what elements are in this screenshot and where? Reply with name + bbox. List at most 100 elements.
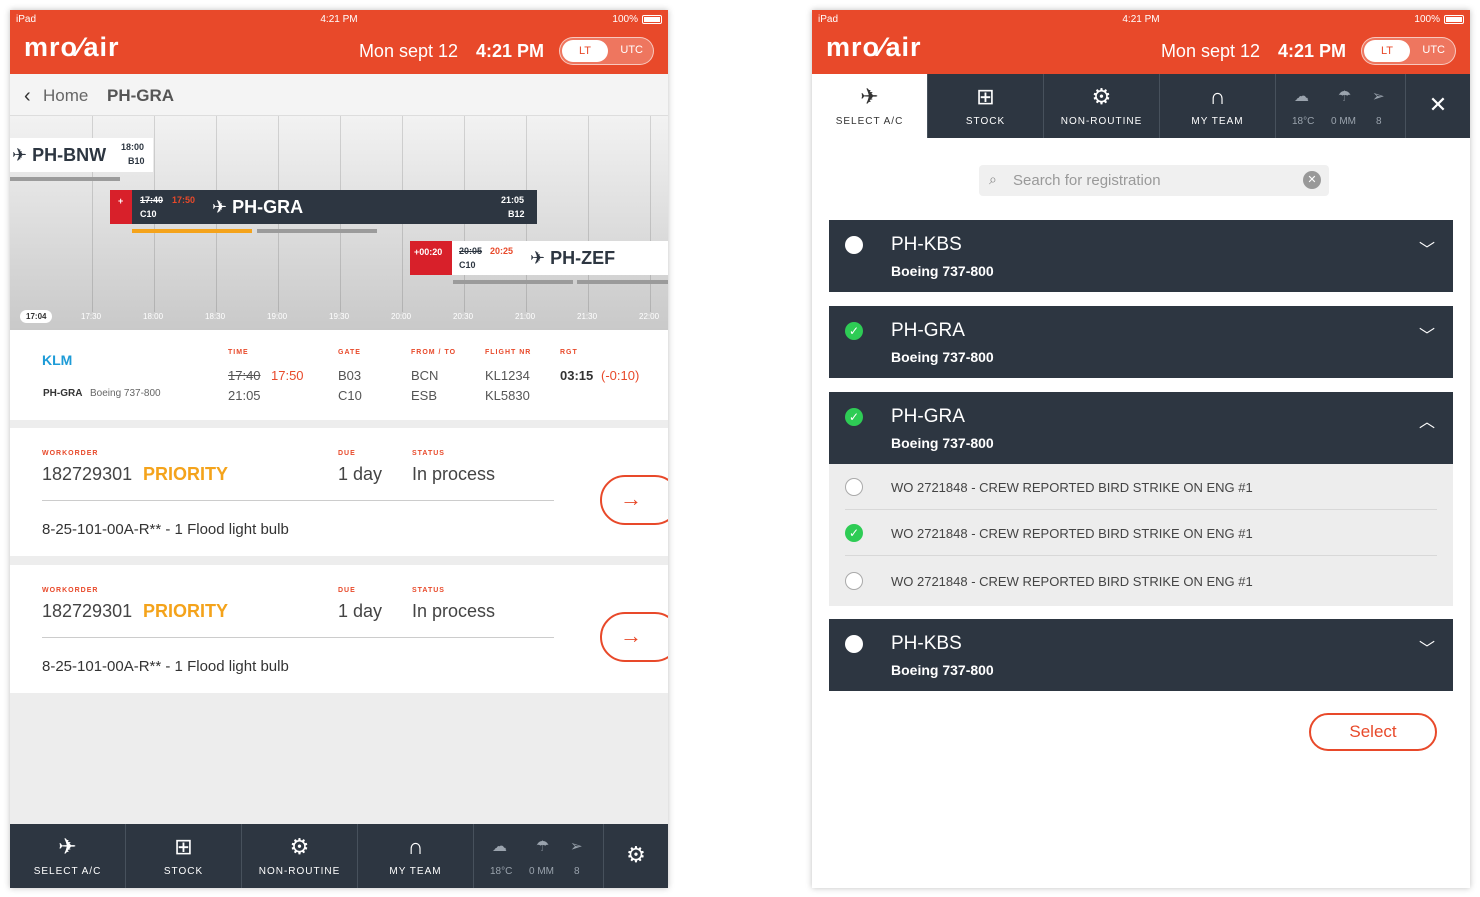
time-zone-toggle[interactable]: LT UTC bbox=[1361, 37, 1456, 65]
chevron-left-icon[interactable]: ‹ bbox=[24, 85, 31, 108]
toggle-utc[interactable]: UTC bbox=[1422, 44, 1445, 56]
sub-item[interactable]: ✓ WO 2721848 - CREW REPORTED BIRD STRIKE… bbox=[829, 510, 1453, 556]
time-dep: 21:05 bbox=[228, 388, 261, 403]
nav-my-team[interactable]: ∩ MY TEAM bbox=[1160, 74, 1276, 138]
workorder-card[interactable]: WORKORDER 182729301 PRIORITY DUE 1 day S… bbox=[10, 428, 668, 556]
aircraft-type: Boeing 737-800 bbox=[891, 263, 994, 279]
wo-due: 1 day bbox=[338, 464, 383, 484]
chevron-up-icon[interactable]: ︿ bbox=[1419, 408, 1435, 432]
nav-select-ac[interactable]: ✈ SELECT A/C bbox=[812, 74, 928, 138]
time-zone-toggle[interactable]: LT UTC bbox=[559, 37, 654, 65]
aircraft-card-ph-kbs[interactable]: PH-KBS Boeing 737-800 ﹀ bbox=[829, 220, 1453, 292]
plane-icon: ✈ bbox=[58, 834, 77, 859]
due-label: DUE bbox=[338, 450, 356, 457]
gear-icon: ⚙ bbox=[626, 842, 646, 867]
top-nav: ✈ SELECT A/C ⊞ STOCK ⚙ NON-ROUTINE ∩ MY … bbox=[812, 74, 1470, 138]
nav-label: MY TEAM bbox=[389, 866, 442, 877]
flight-nr-in: KL1234 bbox=[485, 368, 530, 383]
flight-dep: 21:05 bbox=[501, 195, 525, 205]
wo-status: In process bbox=[412, 464, 496, 484]
status-time: 4:21 PM bbox=[320, 14, 358, 25]
check-icon[interactable]: ✓ bbox=[845, 408, 863, 426]
aircraft-reg: PH-GRA bbox=[891, 320, 965, 341]
stock-icon: ⊞ bbox=[174, 834, 193, 859]
chevron-down-icon[interactable]: ﹀ bbox=[1419, 322, 1435, 346]
radio-unchecked[interactable] bbox=[845, 635, 863, 653]
chevron-down-icon[interactable]: ﹀ bbox=[1419, 635, 1435, 659]
nav-stock[interactable]: ⊞ STOCK bbox=[928, 74, 1044, 138]
battery-icon bbox=[642, 15, 662, 24]
time-actual: 17:50 bbox=[271, 368, 304, 383]
search-icon: ⌕ bbox=[989, 171, 997, 187]
select-button[interactable]: Select bbox=[1309, 713, 1437, 751]
wo-number: 182729301 bbox=[42, 601, 133, 621]
toggle-utc[interactable]: UTC bbox=[620, 44, 643, 56]
workorder-sublist: WO 2721848 - CREW REPORTED BIRD STRIKE O… bbox=[829, 464, 1453, 606]
delay-badge: +00:20 bbox=[414, 247, 443, 257]
aircraft-card-ph-kbs[interactable]: PH-KBS Boeing 737-800 ﹀ bbox=[829, 619, 1453, 691]
tick-label: 18:00 bbox=[143, 312, 164, 321]
header-time: 4:21 PM bbox=[475, 41, 544, 61]
arrow-right-icon[interactable]: → bbox=[600, 475, 668, 525]
wo-label: WORKORDER bbox=[42, 587, 99, 594]
wo-desc: 8-25-101-00A-R** - 1 Flood light bulb bbox=[42, 658, 289, 675]
weather-wind: 8 bbox=[574, 866, 580, 877]
status-battery: 100% bbox=[612, 14, 662, 25]
chevron-down-icon[interactable]: ﹀ bbox=[1419, 236, 1435, 260]
check-icon[interactable]: ✓ bbox=[845, 524, 863, 542]
headset-icon: ∩ bbox=[407, 834, 424, 859]
wo-priority: PRIORITY bbox=[143, 464, 229, 484]
toggle-lt[interactable]: LT bbox=[562, 40, 608, 62]
radio-unchecked[interactable] bbox=[845, 478, 863, 496]
flight-gate-out: B12 bbox=[508, 209, 525, 219]
search-placeholder: Search for registration bbox=[1013, 172, 1161, 189]
arrow-right-icon[interactable]: → bbox=[600, 612, 668, 662]
search-input[interactable]: ⌕ Search for registration ✕ bbox=[979, 165, 1329, 196]
clear-icon[interactable]: ✕ bbox=[1303, 171, 1321, 189]
nav-nonroutine[interactable]: ⚙ NON-ROUTINE bbox=[242, 824, 358, 888]
tick-label: 19:00 bbox=[267, 312, 288, 321]
settings-button[interactable]: ⚙ bbox=[604, 824, 668, 888]
nav-my-team[interactable]: ∩ MY TEAM bbox=[358, 824, 474, 888]
nav-nonroutine[interactable]: ⚙ NON-ROUTINE bbox=[1044, 74, 1160, 138]
aircraft-type: Boeing 737-800 bbox=[891, 662, 994, 678]
flight-gate: B10 bbox=[128, 156, 145, 166]
radio-unchecked[interactable] bbox=[845, 572, 863, 590]
nav-label: NON-ROUTINE bbox=[1060, 116, 1143, 127]
wo-desc: 8-25-101-00A-R** - 1 Flood light bulb bbox=[42, 521, 289, 538]
flight-block-ph-zef[interactable]: +00:20 20:05 20:25 C10 ✈ PH-ZEF bbox=[410, 241, 668, 275]
toggle-lt[interactable]: LT bbox=[1364, 40, 1410, 62]
aircraft-card-ph-gra[interactable]: ✓ PH-GRA Boeing 737-800 ﹀ bbox=[829, 306, 1453, 378]
flight-block-ph-gra[interactable]: + 17:40 17:50 C10 ✈ PH-GRA 21:05 B12 bbox=[110, 190, 537, 224]
flight-reg-text: PH-ZEF bbox=[550, 248, 616, 268]
info-reg: PH-GRA bbox=[43, 388, 83, 399]
workorder-card[interactable]: WORKORDER 182729301 PRIORITY DUE 1 day S… bbox=[10, 565, 668, 693]
gear-plus-icon: ⚙ bbox=[289, 834, 310, 859]
nav-stock[interactable]: ⊞ STOCK bbox=[126, 824, 242, 888]
check-icon[interactable]: ✓ bbox=[845, 322, 863, 340]
flight-gate-in: C10 bbox=[140, 209, 157, 219]
radio-unchecked[interactable] bbox=[845, 236, 863, 254]
sub-item-text: WO 2721848 - CREW REPORTED BIRD STRIKE O… bbox=[891, 574, 1253, 589]
delay-badge: + bbox=[118, 196, 124, 206]
flight-reg: ✈ PH-BNW bbox=[12, 145, 107, 165]
storm-icon: ☁ bbox=[1294, 88, 1309, 105]
weather-panel: ☁ 18°C ☂ 0 MM ➢ 8 bbox=[474, 824, 604, 888]
flight-timeline[interactable]: 17:04 17:30 18:00 18:30 19:00 19:30 20:0… bbox=[10, 116, 668, 330]
label-gate: GATE bbox=[338, 349, 361, 356]
flight-actual: 17:50 bbox=[172, 195, 196, 205]
sub-item[interactable]: WO 2721848 - CREW REPORTED BIRD STRIKE O… bbox=[829, 464, 1453, 510]
breadcrumb-home[interactable]: Home bbox=[43, 86, 88, 106]
nav-label: NON-ROUTINE bbox=[258, 866, 341, 877]
tick-label: 19:30 bbox=[329, 312, 350, 321]
flight-block-ph-bnw[interactable]: ✈ PH-BNW 18:00 B10 bbox=[10, 138, 153, 172]
sub-item-text: WO 2721848 - CREW REPORTED BIRD STRIKE O… bbox=[891, 480, 1253, 495]
nav-select-ac[interactable]: ✈ SELECT A/C bbox=[10, 824, 126, 888]
sub-item[interactable]: WO 2721848 - CREW REPORTED BIRD STRIKE O… bbox=[829, 558, 1453, 604]
close-button[interactable]: ✕ bbox=[1406, 74, 1470, 138]
tick-label: 18:30 bbox=[205, 312, 226, 321]
klm-logo: KLM bbox=[42, 352, 73, 368]
status-battery: 100% bbox=[1414, 14, 1464, 25]
aircraft-card-ph-gra-expanded[interactable]: ✓ PH-GRA Boeing 737-800 ︿ bbox=[829, 392, 1453, 464]
wo-number: 182729301 bbox=[42, 464, 133, 484]
